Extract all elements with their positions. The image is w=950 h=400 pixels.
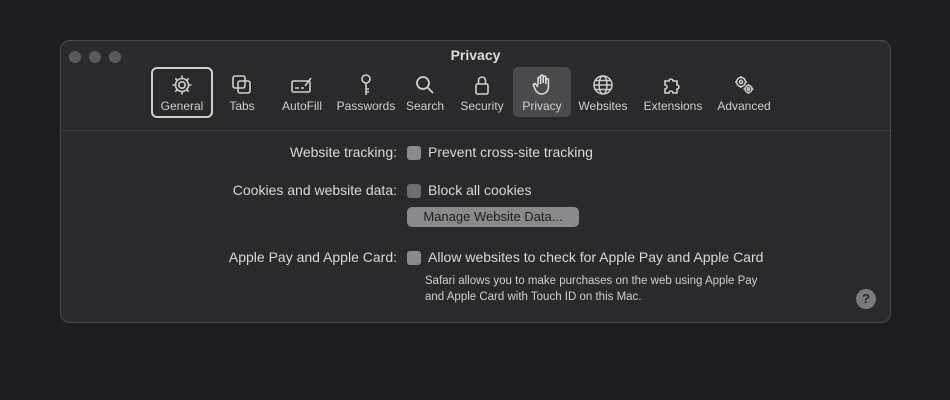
tab-tabs[interactable]: Tabs	[213, 67, 271, 117]
tab-passwords-label: Passwords	[336, 99, 396, 113]
globe-icon	[593, 75, 613, 95]
apple-pay-label: Apple Pay and Apple Card:	[228, 249, 397, 265]
tab-general-label: General	[160, 99, 204, 113]
apple-pay-option[interactable]: Allow websites to check for Apple Pay an…	[428, 249, 763, 265]
block-cookies-checkbox[interactable]	[407, 184, 421, 198]
tabs-icon	[232, 75, 251, 94]
apple-pay-description: Safari allows you to make purchases on t…	[425, 273, 805, 305]
tab-autofill[interactable]: AutoFill	[271, 67, 333, 117]
cookies-label: Cookies and website data:	[232, 182, 397, 198]
tab-privacy-label: Privacy	[522, 99, 562, 113]
tab-security-label: Security	[460, 99, 504, 113]
manage-website-data-button[interactable]: Manage Website Data...	[407, 207, 579, 227]
autofill-icon	[291, 77, 312, 93]
puzzle-icon	[664, 78, 680, 94]
tab-advanced-label: Advanced	[717, 99, 771, 113]
hand-icon	[532, 74, 550, 95]
tab-websites-label: Websites	[578, 99, 628, 113]
tab-privacy[interactable]: Privacy	[513, 67, 571, 117]
apple-pay-checkbox[interactable]	[407, 251, 421, 265]
gear-icon	[172, 75, 192, 95]
toolbar-divider	[61, 130, 890, 131]
prevent-tracking-option[interactable]: Prevent cross-site tracking	[428, 144, 593, 160]
tab-general[interactable]: General	[151, 67, 213, 118]
help-button[interactable]: ?	[856, 289, 876, 309]
tab-websites[interactable]: Websites	[571, 67, 635, 117]
website-tracking-label: Website tracking:	[289, 144, 397, 160]
tab-extensions[interactable]: Extensions	[635, 67, 711, 117]
apple-pay-description-line1: Safari allows you to make purchases on t…	[425, 275, 758, 287]
tab-search-label: Search	[405, 99, 445, 113]
tab-search[interactable]: Search	[399, 67, 451, 117]
window-title: Privacy	[450, 47, 501, 63]
tab-security[interactable]: Security	[451, 67, 513, 117]
gears-icon	[735, 76, 754, 94]
tab-advanced[interactable]: Advanced	[711, 67, 777, 117]
apple-pay-description-line2: and Apple Card with Touch ID on this Mac…	[425, 291, 642, 303]
preferences-window: Privacy General Tabs AutoFill Passwords …	[60, 40, 891, 323]
prevent-tracking-checkbox[interactable]	[407, 146, 421, 160]
tab-extensions-label: Extensions	[643, 99, 703, 113]
lock-icon	[475, 76, 489, 95]
key-icon	[361, 74, 371, 95]
tab-autofill-label: AutoFill	[281, 99, 322, 113]
tab-tabs-label: Tabs	[229, 99, 255, 113]
magnifier-icon	[416, 76, 434, 94]
block-cookies-option[interactable]: Block all cookies	[428, 182, 532, 198]
tab-passwords[interactable]: Passwords	[333, 67, 399, 117]
preferences-toolbar: General Tabs AutoFill Passwords Search S…	[151, 67, 777, 118]
